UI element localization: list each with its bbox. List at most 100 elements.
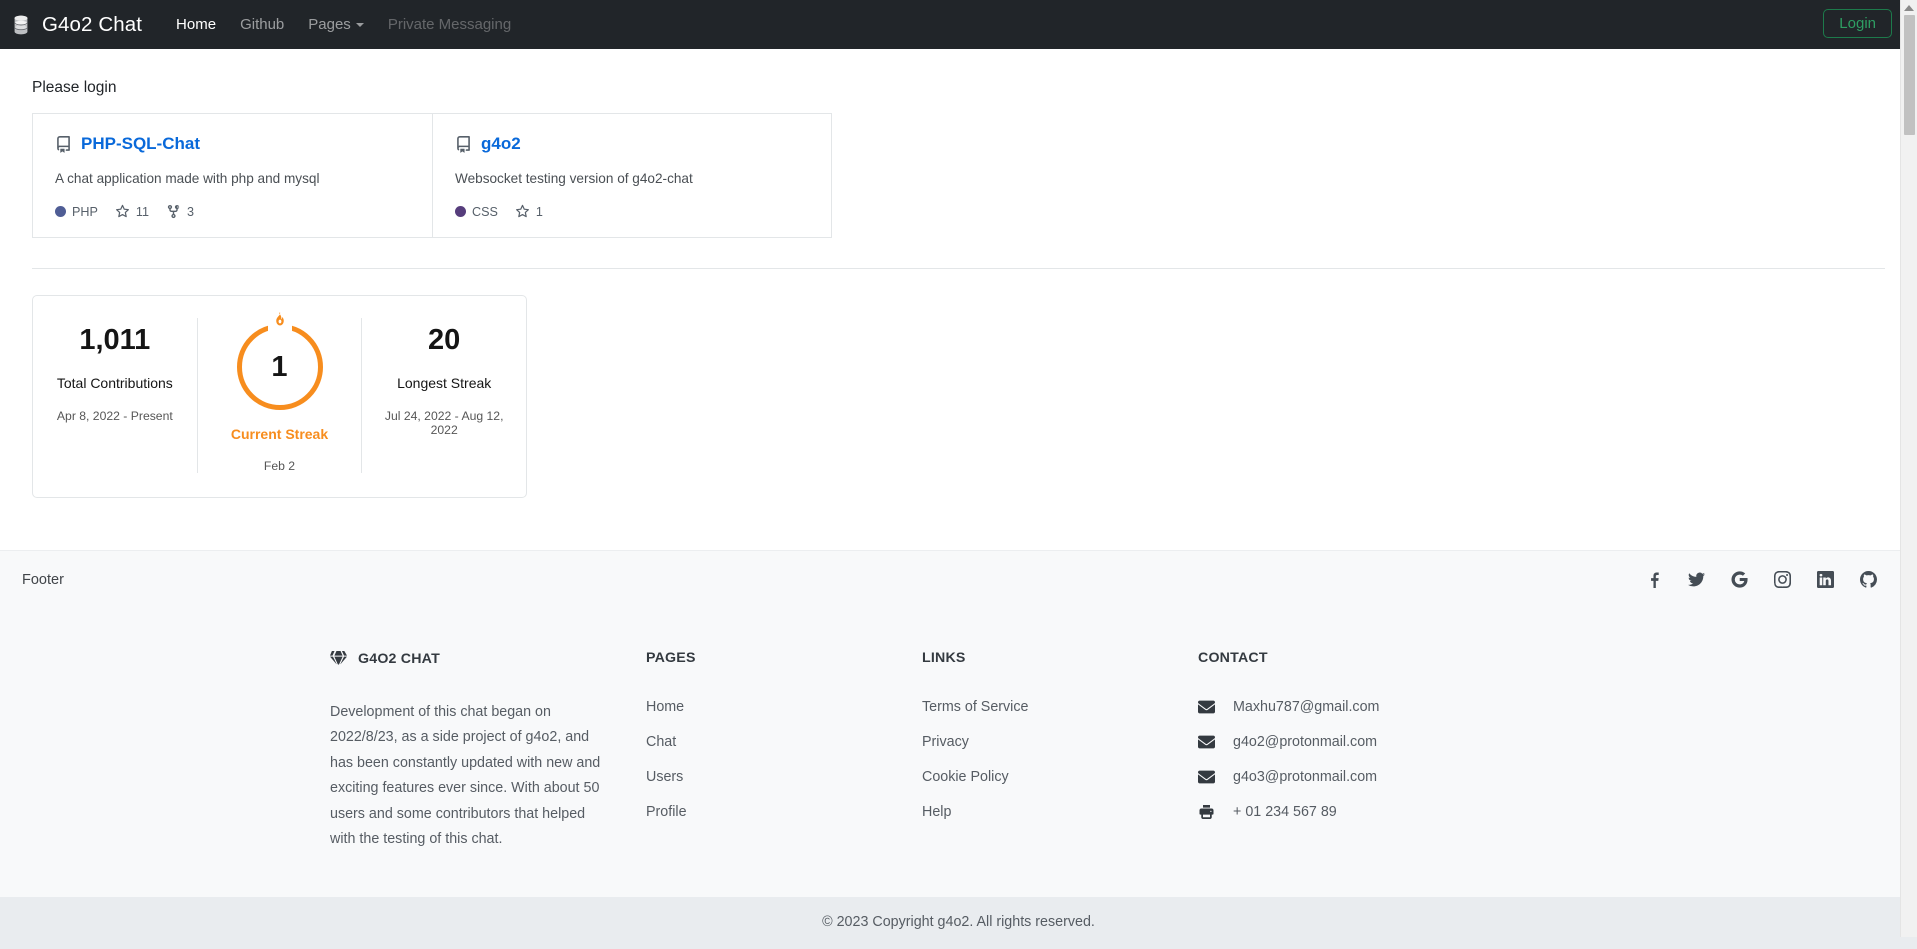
diamond-icon <box>330 650 347 667</box>
github-icon[interactable] <box>1860 571 1877 588</box>
repo-forks[interactable]: 3 <box>166 204 194 219</box>
footer-social-bar: Footer <box>0 550 1917 608</box>
repo-card[interactable]: g4o2 Websocket testing version of g4o2-c… <box>432 113 832 238</box>
footer-pages-column: PAGES Home Chat Users Profile <box>646 650 922 853</box>
total-contributions-block: 1,011 Total Contributions Apr 8, 2022 - … <box>33 318 197 473</box>
envelope-icon <box>1198 735 1215 749</box>
footer-link-chat[interactable]: Chat <box>646 734 922 750</box>
streak-ring-circle: 1 <box>237 324 323 410</box>
footer-link-home[interactable]: Home <box>646 699 922 715</box>
footer-bar-label: Footer <box>22 572 64 588</box>
fork-icon <box>166 204 181 219</box>
repo-icon <box>455 136 472 153</box>
footer-links-column: LINKS Terms of Service Privacy Cookie Po… <box>922 650 1198 853</box>
repo-fork-count: 3 <box>187 205 194 219</box>
page-content: Please login PHP-SQL-Chat A chat applica… <box>0 49 1917 498</box>
nav-link-group: Home Github Pages Private Messaging <box>164 8 523 41</box>
current-streak-label: Current Streak <box>208 426 352 442</box>
page-scrollbar[interactable] <box>1900 0 1917 937</box>
footer-about-text: Development of this chat began on 2022/8… <box>330 700 606 853</box>
longest-streak-value: 20 <box>372 324 516 357</box>
nav-link-home[interactable]: Home <box>164 8 228 41</box>
contact-email-2[interactable]: g4o2@protonmail.com <box>1198 734 1528 750</box>
repo-stars[interactable]: 11 <box>115 204 149 219</box>
footer-link-privacy[interactable]: Privacy <box>922 734 1198 750</box>
current-streak-range: Feb 2 <box>208 459 352 473</box>
repo-language: CSS <box>455 205 498 219</box>
language-color-dot <box>55 206 66 217</box>
repo-description: Websocket testing version of g4o2-chat <box>455 171 809 186</box>
repo-meta-row: PHP 11 3 <box>55 204 410 219</box>
repo-meta-row: CSS 1 <box>455 204 809 219</box>
footer-about-title-text: G4O2 CHAT <box>358 651 440 667</box>
linkedin-icon[interactable] <box>1817 571 1834 588</box>
repo-language-label: CSS <box>472 205 498 219</box>
footer-contact-column: CONTACT Maxhu787@gmail.com g4o2@protonma… <box>1198 650 1528 853</box>
current-streak-ring: 1 <box>237 324 323 410</box>
contact-email-1[interactable]: Maxhu787@gmail.com <box>1198 699 1528 715</box>
login-button[interactable]: Login <box>1823 9 1892 38</box>
contact-email-3[interactable]: g4o3@protonmail.com <box>1198 769 1528 785</box>
total-contributions-value: 1,011 <box>43 324 187 357</box>
instagram-icon[interactable] <box>1774 571 1791 588</box>
database-stack-icon <box>10 14 32 36</box>
footer-contact-title: CONTACT <box>1198 650 1528 666</box>
repo-stars[interactable]: 1 <box>515 204 543 219</box>
repo-name-link[interactable]: PHP-SQL-Chat <box>81 134 200 154</box>
repo-card-list: PHP-SQL-Chat A chat application made wit… <box>32 113 833 238</box>
nav-link-private-messaging: Private Messaging <box>376 8 523 41</box>
copyright-bar: © 2023 Copyright g4o2. All rights reserv… <box>0 897 1917 949</box>
twitter-icon[interactable] <box>1688 571 1705 588</box>
facebook-icon[interactable] <box>1645 571 1662 588</box>
repo-language-label: PHP <box>72 205 98 219</box>
footer-main: G4O2 CHAT Development of this chat began… <box>0 608 1917 897</box>
star-icon <box>515 204 530 219</box>
repo-card-header: PHP-SQL-Chat <box>55 134 410 154</box>
google-icon[interactable] <box>1731 571 1748 588</box>
section-divider <box>32 268 1885 269</box>
envelope-icon <box>1198 770 1215 784</box>
printer-icon <box>1198 805 1215 819</box>
current-streak-block: 1 Current Streak Feb 2 <box>197 318 363 473</box>
top-navbar: G4o2 Chat Home Github Pages Private Mess… <box>0 0 1917 49</box>
chevron-down-icon <box>356 23 364 27</box>
longest-streak-range: Jul 24, 2022 - Aug 12, 2022 <box>372 409 516 437</box>
star-icon <box>115 204 130 219</box>
scrollbar-thumb[interactable] <box>1904 15 1915 135</box>
total-contributions-label: Total Contributions <box>43 375 187 391</box>
footer-link-profile[interactable]: Profile <box>646 804 922 820</box>
repo-name-link[interactable]: g4o2 <box>481 134 521 154</box>
repo-description: A chat application made with php and mys… <box>55 171 410 186</box>
nav-link-github[interactable]: Github <box>228 8 296 41</box>
contact-email-1-value: Maxhu787@gmail.com <box>1233 699 1379 715</box>
longest-streak-block: 20 Longest Streak Jul 24, 2022 - Aug 12,… <box>362 318 526 473</box>
longest-streak-label: Longest Streak <box>372 375 516 391</box>
contact-phone-value: + 01 234 567 89 <box>1233 804 1337 820</box>
footer-columns: G4O2 CHAT Development of this chat began… <box>0 650 1917 853</box>
repo-card[interactable]: PHP-SQL-Chat A chat application made wit… <box>32 113 432 238</box>
nav-link-pages[interactable]: Pages <box>296 8 376 41</box>
footer-about-column: G4O2 CHAT Development of this chat began… <box>330 650 646 853</box>
envelope-icon <box>1198 700 1215 714</box>
total-contributions-range: Apr 8, 2022 - Present <box>43 409 187 423</box>
repo-language: PHP <box>55 205 98 219</box>
brand-logo-link[interactable]: G4o2 Chat <box>10 13 142 37</box>
contribution-streak-card: 1,011 Total Contributions Apr 8, 2022 - … <box>32 295 527 498</box>
contact-email-3-value: g4o3@protonmail.com <box>1233 769 1377 785</box>
footer-links-title: LINKS <box>922 650 1198 666</box>
status-message: Please login <box>0 49 1917 113</box>
repo-card-header: g4o2 <box>455 134 809 154</box>
contact-phone[interactable]: + 01 234 567 89 <box>1198 804 1528 820</box>
brand-title: G4o2 Chat <box>42 13 142 37</box>
footer-link-cookie-policy[interactable]: Cookie Policy <box>922 769 1198 785</box>
repo-icon <box>55 136 72 153</box>
contact-email-2-value: g4o2@protonmail.com <box>1233 734 1377 750</box>
footer-link-users[interactable]: Users <box>646 769 922 785</box>
repo-star-count: 1 <box>536 205 543 219</box>
scroll-up-arrow-icon[interactable] <box>1904 5 1914 11</box>
footer-link-help[interactable]: Help <box>922 804 1198 820</box>
footer-pages-title: PAGES <box>646 650 922 666</box>
footer-link-terms-of-service[interactable]: Terms of Service <box>922 699 1198 715</box>
social-icon-group <box>1645 571 1877 588</box>
language-color-dot <box>455 206 466 217</box>
